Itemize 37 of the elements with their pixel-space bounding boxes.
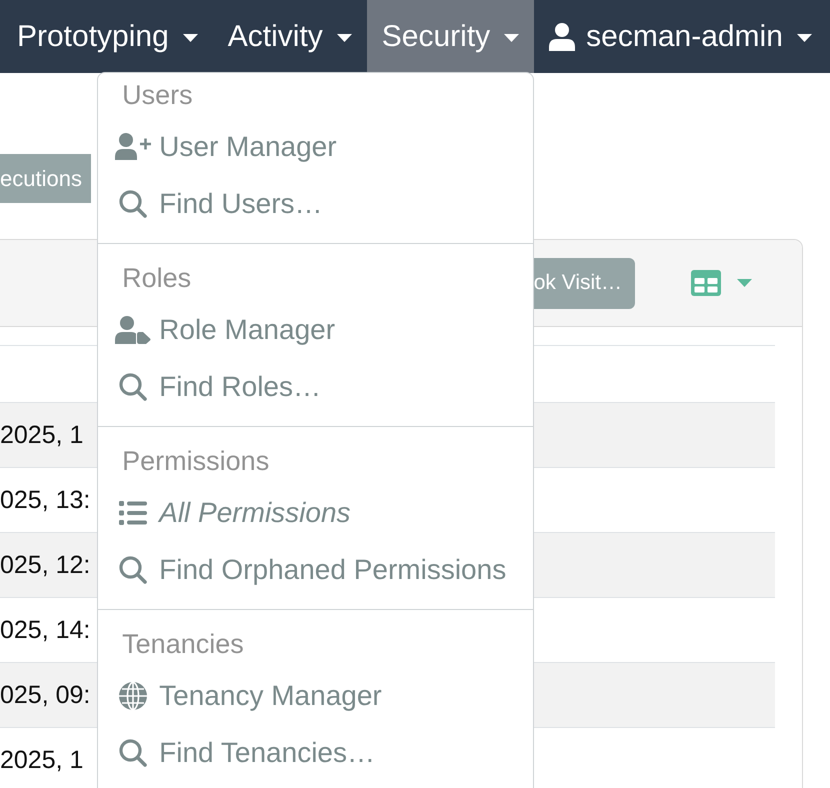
caret-icon <box>336 34 352 42</box>
table-cell: 2025, 1 <box>0 746 84 774</box>
menu-item[interactable]: Tenancy Manager <box>98 667 534 724</box>
nav-menu-button[interactable]: Prototyping <box>2 0 213 73</box>
menu-item[interactable]: All Permissions <box>98 484 534 541</box>
menu-item[interactable]: Find Tenancies… <box>98 724 534 781</box>
user-menu-button[interactable]: secman-admin <box>534 0 827 73</box>
menu-item[interactable]: Find Users… <box>98 175 534 232</box>
menu-section-header: Permissions <box>121 445 270 478</box>
user-icon <box>549 22 576 50</box>
menu-section-header: Roles <box>121 262 192 295</box>
caret-icon <box>796 34 812 42</box>
list-icon <box>119 500 148 524</box>
user-plus-icon <box>115 133 152 160</box>
caret-icon <box>182 34 198 42</box>
table-cell: 2025, 1 <box>0 420 84 450</box>
nav-menu-button[interactable]: Security <box>366 0 534 73</box>
caret-icon <box>737 279 752 287</box>
caret-icon <box>504 34 520 42</box>
table-cell: 025, 12: <box>0 550 90 580</box>
menu-item[interactable]: Find Orphaned Permissions <box>98 541 534 598</box>
menu-section-header: Tenancies <box>121 628 245 661</box>
menu-section-header: Users <box>121 79 194 112</box>
action-button[interactable]: ecutions <box>0 154 91 203</box>
search-icon <box>119 190 148 218</box>
search-icon <box>119 738 148 766</box>
nav-menu-button[interactable]: Activity <box>212 0 367 73</box>
table-cell: 025, 09: <box>0 680 90 710</box>
search-icon <box>119 372 148 400</box>
menu-item[interactable]: Find Roles… <box>98 358 534 415</box>
user-tag-icon <box>115 316 152 344</box>
globe-icon <box>119 682 148 710</box>
table-icon <box>691 270 721 296</box>
menu-item[interactable]: User Manager <box>98 118 534 175</box>
search-icon <box>119 556 148 584</box>
table-cell: 025, 14: <box>0 616 90 644</box>
table-cell: 025, 13: <box>0 486 90 514</box>
